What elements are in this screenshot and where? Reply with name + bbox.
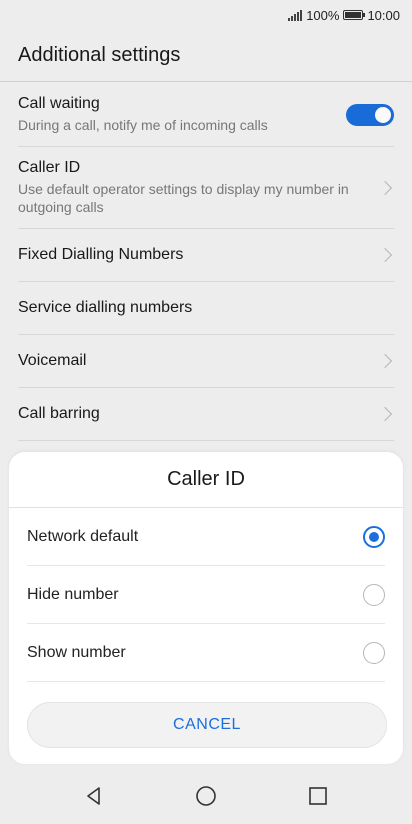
- option-show-number[interactable]: Show number: [27, 624, 385, 682]
- caller-id-dialog: Caller ID Network default Hide number Sh…: [9, 452, 403, 764]
- recents-icon[interactable]: [302, 780, 334, 812]
- radio-selected-icon[interactable]: [363, 525, 385, 548]
- radio-unselected-icon[interactable]: [363, 641, 385, 664]
- option-label: Hide number: [27, 585, 119, 603]
- radio-unselected-icon[interactable]: [363, 583, 385, 606]
- dialog-title: Caller ID: [9, 452, 403, 508]
- option-label: Network default: [27, 527, 139, 545]
- option-label: Show number: [27, 643, 126, 661]
- option-hide-number[interactable]: Hide number: [27, 566, 385, 624]
- home-icon[interactable]: [190, 780, 222, 812]
- cancel-button[interactable]: CANCEL: [27, 702, 387, 748]
- option-network-default[interactable]: Network default: [27, 508, 385, 566]
- nav-bar: [0, 768, 412, 824]
- back-icon[interactable]: [78, 780, 110, 812]
